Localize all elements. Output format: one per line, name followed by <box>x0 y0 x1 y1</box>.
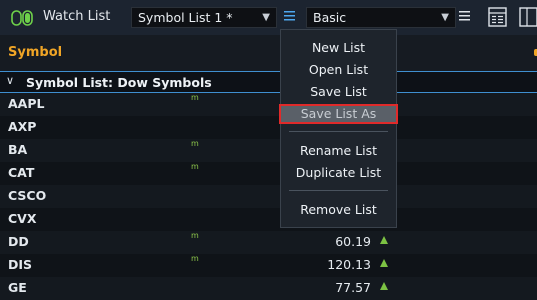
row-price: 120.13 <box>327 257 371 272</box>
row-symbol: CSCO <box>8 188 47 203</box>
grid-view-icon[interactable] <box>488 7 507 27</box>
table-body: AAPL m AXP BA m CAT m CSCO CVX DD m 60.1… <box>0 93 537 300</box>
hamburger-menu-icon[interactable] <box>284 10 295 22</box>
row-flag: m <box>191 93 199 102</box>
table-row[interactable]: CVX <box>0 208 537 231</box>
list-actions-menu: New List Open List Save List Save List A… <box>279 29 398 228</box>
row-price: 60.19 <box>335 234 371 249</box>
symbol-list-select-value: Symbol List 1 * <box>138 10 233 25</box>
row-symbol: DD <box>8 234 29 249</box>
table-row[interactable]: CSCO <box>0 185 537 208</box>
menu-item-save-list[interactable]: Save List <box>281 82 396 102</box>
row-symbol: AAPL <box>8 96 45 111</box>
menu-item-duplicate-list[interactable]: Duplicate List <box>281 163 396 183</box>
menu-item-rename-list[interactable]: Rename List <box>281 141 396 161</box>
table-row[interactable]: CAT m <box>0 162 537 185</box>
app-toggle-icon[interactable] <box>11 10 33 26</box>
menu-divider <box>289 190 388 191</box>
row-flag: m <box>191 231 199 240</box>
row-price: 77.57 <box>335 280 371 295</box>
chevron-down-icon: ▼ <box>262 12 270 23</box>
row-symbol: DIS <box>8 257 33 272</box>
table-row[interactable]: AXP <box>0 116 537 139</box>
table-row[interactable]: GE 77.57 <box>0 277 537 300</box>
up-arrow-icon <box>380 259 388 267</box>
row-symbol: CAT <box>8 165 35 180</box>
menu-item-remove-list[interactable]: Remove List <box>281 200 396 220</box>
symbol-list-group-row[interactable]: ∨ Symbol List: Dow Symbols <box>0 71 537 93</box>
table-row[interactable]: BA m <box>0 139 537 162</box>
row-symbol: CVX <box>8 211 37 226</box>
table-row[interactable]: DIS m 120.13 <box>0 254 537 277</box>
menu-divider <box>289 131 388 132</box>
chevron-down-icon: ▼ <box>441 12 449 23</box>
view-select-value: Basic <box>313 10 347 25</box>
hamburger-menu-icon[interactable] <box>459 10 470 22</box>
table-row[interactable]: AAPL m <box>0 93 537 116</box>
row-symbol: GE <box>8 280 27 295</box>
toolbar: Watch List Symbol List 1 * ▼ Basic ▼ <box>0 0 537 35</box>
panel-view-icon[interactable] <box>519 7 537 27</box>
chevron-down-icon[interactable]: ∨ <box>6 74 14 87</box>
menu-item-save-list-as[interactable]: Save List As <box>279 104 398 124</box>
menu-item-new-list[interactable]: New List <box>281 38 396 58</box>
column-header-symbol[interactable]: Symbol <box>8 45 62 60</box>
up-arrow-icon <box>380 236 388 244</box>
row-symbol: BA <box>8 142 28 157</box>
row-flag: m <box>191 254 199 263</box>
view-select[interactable]: Basic ▼ <box>306 7 456 28</box>
row-flag: m <box>191 139 199 148</box>
menu-item-open-list[interactable]: Open List <box>281 60 396 80</box>
app-title: Watch List <box>43 9 111 24</box>
table-header: Symbol <box>0 35 537 72</box>
up-arrow-icon <box>380 282 388 290</box>
table-row[interactable]: DD m 60.19 <box>0 231 537 254</box>
row-symbol: AXP <box>8 119 37 134</box>
symbol-list-select[interactable]: Symbol List 1 * ▼ <box>131 7 277 28</box>
group-label: Symbol List: Dow Symbols <box>26 75 212 90</box>
row-flag: m <box>191 162 199 171</box>
